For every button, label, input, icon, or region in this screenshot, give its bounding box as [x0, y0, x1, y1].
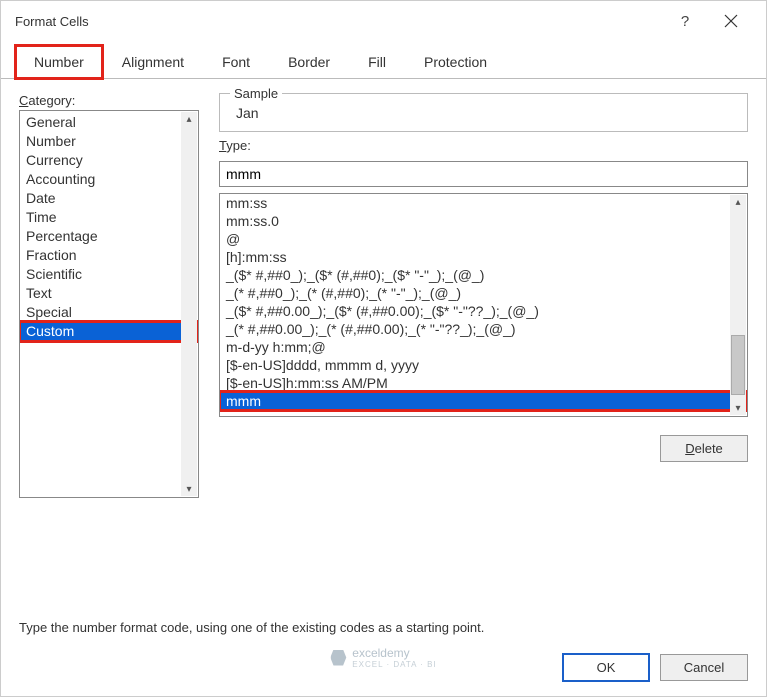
tab-label: Font: [222, 54, 250, 70]
tab-label: Number: [34, 54, 84, 70]
dialog-title: Format Cells: [15, 14, 664, 29]
category-item[interactable]: General: [20, 113, 198, 132]
category-item[interactable]: Special: [20, 303, 198, 322]
chevron-down-icon: ▾: [731, 401, 745, 415]
help-button[interactable]: ?: [664, 1, 706, 41]
category-item[interactable]: Fraction: [20, 246, 198, 265]
sample-value: Jan: [230, 105, 737, 121]
type-item[interactable]: [$-en-US]dddd, mmmm d, yyyy: [220, 356, 747, 374]
sample-label: Sample: [230, 86, 282, 101]
tab-label: Protection: [424, 54, 487, 70]
category-item[interactable]: Time: [20, 208, 198, 227]
type-item[interactable]: [$-en-US]h:mm:ss AM/PM: [220, 374, 747, 392]
format-note: Type the number format code, using one o…: [19, 620, 748, 635]
type-label: Type:: [219, 138, 748, 153]
type-input[interactable]: [219, 161, 748, 187]
type-item[interactable]: mm:ss.0: [220, 212, 747, 230]
scrollbar[interactable]: ▴ ▾: [181, 112, 197, 496]
type-item[interactable]: [h]:mm:ss: [220, 248, 747, 266]
category-label: Category:: [19, 93, 199, 108]
type-item[interactable]: @: [220, 230, 747, 248]
close-button[interactable]: [710, 1, 752, 41]
category-panel: Category: General Number Currency Accoun…: [19, 93, 199, 598]
scrollbar[interactable]: ▴ ▾: [730, 195, 746, 415]
category-item-custom[interactable]: Custom: [20, 322, 198, 341]
tab-label: Border: [288, 54, 330, 70]
format-cells-dialog: Format Cells ? Number Alignment Font Bor…: [0, 0, 767, 697]
category-item[interactable]: Text: [20, 284, 198, 303]
type-item[interactable]: _($* #,##0.00_);_($* (#,##0.00);_($* "-"…: [220, 302, 747, 320]
tab-border[interactable]: Border: [269, 45, 349, 79]
chevron-up-icon: ▴: [731, 195, 745, 209]
category-item[interactable]: Currency: [20, 151, 198, 170]
dialog-footer: OK Cancel: [1, 643, 766, 696]
tab-number[interactable]: Number: [15, 45, 103, 79]
type-item[interactable]: mm:ss: [220, 194, 747, 212]
chevron-down-icon: ▾: [182, 482, 196, 496]
category-item[interactable]: Accounting: [20, 170, 198, 189]
tab-fill[interactable]: Fill: [349, 45, 405, 79]
type-item[interactable]: m-d-yy h:mm;@: [220, 338, 747, 356]
scrollbar-thumb[interactable]: [731, 335, 745, 395]
right-panel: Sample Jan Type: mm:ss mm:ss.0 @ [h]:mm:…: [219, 93, 748, 598]
type-item[interactable]: _(* #,##0.00_);_(* (#,##0.00);_(* "-"??_…: [220, 320, 747, 338]
sample-box: Sample Jan: [219, 93, 748, 132]
type-listbox[interactable]: mm:ss mm:ss.0 @ [h]:mm:ss _($* #,##0_);_…: [219, 193, 748, 417]
ok-button[interactable]: OK: [562, 653, 650, 682]
tab-alignment[interactable]: Alignment: [103, 45, 203, 79]
dialog-body: Category: General Number Currency Accoun…: [1, 79, 766, 643]
category-item[interactable]: Number: [20, 132, 198, 151]
close-icon: [724, 14, 738, 28]
titlebar: Format Cells ?: [1, 1, 766, 41]
chevron-up-icon: ▴: [182, 112, 196, 126]
category-item[interactable]: Scientific: [20, 265, 198, 284]
tab-label: Fill: [368, 54, 386, 70]
tabs: Number Alignment Font Border Fill Protec…: [1, 45, 766, 79]
tab-protection[interactable]: Protection: [405, 45, 506, 79]
category-item[interactable]: Percentage: [20, 227, 198, 246]
category-listbox[interactable]: General Number Currency Accounting Date …: [19, 110, 199, 498]
tab-font[interactable]: Font: [203, 45, 269, 79]
delete-button[interactable]: Delete: [660, 435, 748, 462]
tab-label: Alignment: [122, 54, 184, 70]
category-item[interactable]: Date: [20, 189, 198, 208]
type-item[interactable]: _(* #,##0_);_(* (#,##0);_(* "-"_);_(@_): [220, 284, 747, 302]
cancel-button[interactable]: Cancel: [660, 654, 748, 681]
type-item[interactable]: _($* #,##0_);_($* (#,##0);_($* "-"_);_(@…: [220, 266, 747, 284]
type-item-mmm[interactable]: mmm: [220, 392, 747, 410]
